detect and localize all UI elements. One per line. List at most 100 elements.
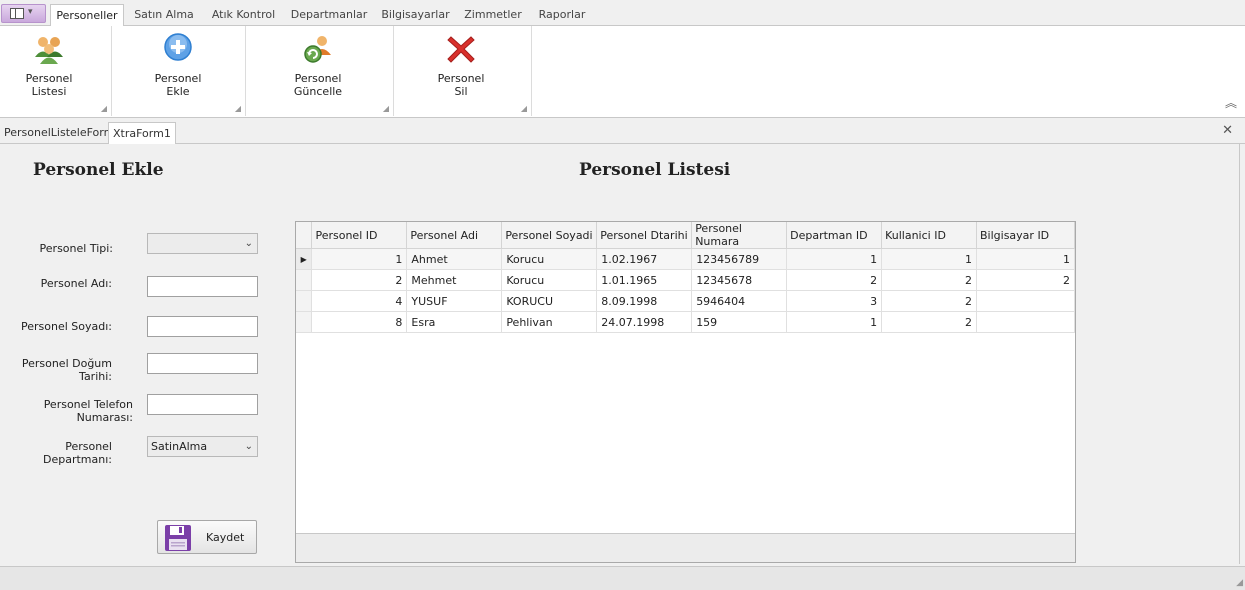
personel-soyadi-input[interactable]	[147, 316, 258, 337]
table-cell[interactable]: 5946404	[691, 290, 788, 312]
group-expand-icon[interactable]: ◢	[383, 104, 389, 113]
button-label-line2: Ekle	[166, 85, 190, 98]
personel-sil-button[interactable]: Personel Sil	[416, 30, 506, 100]
row-indicator	[296, 269, 313, 291]
table-row[interactable]: 2 Mehmet Korucu 1.01.1965 12345678 2 2 2	[296, 269, 1075, 291]
table-cell[interactable]: 1	[976, 248, 1075, 270]
ribbon-group-ekle: Personel Ekle ◢	[112, 26, 246, 116]
table-cell[interactable]	[976, 311, 1075, 333]
table-row[interactable]: ▶ 1 Ahmet Korucu 1.02.1967 123456789 1 1…	[296, 248, 1075, 270]
chevron-down-icon: ⌄	[244, 441, 253, 452]
grid-header-row: Personel ID Personel Adi Personel Soyadi…	[296, 222, 1075, 249]
table-cell[interactable]: 4	[311, 290, 408, 312]
row-indicator	[296, 311, 313, 333]
ribbon-panel: Personel Listesi ◢ Personel Ekle ◢ Persone…	[0, 26, 1245, 118]
table-cell[interactable]: Esra	[406, 311, 503, 333]
grid-footer-panel	[296, 533, 1075, 562]
column-header[interactable]: Personel Numara	[691, 222, 788, 249]
personel-telefon-input[interactable]	[147, 394, 258, 415]
ribbon-tab-personeller[interactable]: Personeller	[50, 4, 124, 27]
table-cell[interactable]: 8.09.1998	[596, 290, 693, 312]
button-label-line1: Personel	[437, 72, 485, 85]
table-cell[interactable]: Pehlivan	[501, 311, 598, 333]
group-expand-icon[interactable]: ◢	[101, 104, 107, 113]
table-cell[interactable]: 1.01.1965	[596, 269, 693, 291]
kaydet-label: Kaydet	[206, 531, 245, 544]
ribbon-tab-raporlar[interactable]: Raporlar	[532, 4, 592, 27]
personel-grid[interactable]: Personel ID Personel Adi Personel Soyadi…	[295, 221, 1076, 563]
personel-dogum-tarihi-label: Personel Doğum Tarihi:	[21, 357, 112, 383]
table-cell[interactable]: Mehmet	[406, 269, 503, 291]
column-header[interactable]: Personel Dtarihi	[596, 222, 693, 249]
button-label-line2: Sil	[454, 85, 468, 98]
group-expand-icon[interactable]: ◢	[521, 104, 527, 113]
table-cell[interactable]: 24.07.1998	[596, 311, 693, 333]
table-cell[interactable]: 2	[881, 269, 977, 291]
personel-adi-label: Personel Adı:	[40, 277, 112, 290]
delete-icon	[447, 36, 475, 63]
table-cell[interactable]	[976, 290, 1075, 312]
column-header[interactable]: Personel Soyadi	[501, 222, 598, 249]
personel-listesi-button[interactable]: Personel Listesi	[4, 30, 94, 100]
column-header[interactable]: Departman ID	[786, 222, 883, 249]
close-icon[interactable]: ✕	[1222, 123, 1233, 138]
table-cell[interactable]: Ahmet	[406, 248, 503, 270]
ribbon-tab-satin-alma[interactable]: Satın Alma	[130, 4, 198, 27]
personel-tipi-select[interactable]: ⌄	[147, 233, 258, 254]
table-cell[interactable]: KORUCU	[501, 290, 598, 312]
table-cell[interactable]: Korucu	[501, 269, 598, 291]
button-label-line2: Listesi	[31, 85, 67, 98]
table-cell[interactable]: 1	[786, 248, 883, 270]
column-header[interactable]: Personel Adi	[406, 222, 503, 249]
table-cell[interactable]: 8	[311, 311, 408, 333]
doc-tab-xtraform1[interactable]: XtraForm1	[108, 122, 176, 144]
table-cell[interactable]: 2	[881, 290, 977, 312]
table-cell[interactable]: 2	[311, 269, 408, 291]
column-header[interactable]: Personel ID	[311, 222, 408, 249]
resize-grip-icon[interactable]: ◢	[1236, 578, 1243, 588]
ribbon-tab-atik-kontrol[interactable]: Atık Kontrol	[206, 4, 281, 27]
table-cell[interactable]: Korucu	[501, 248, 598, 270]
personel-departman-select[interactable]: SatinAlma ⌄	[147, 436, 258, 457]
button-label-line2: Güncelle	[293, 85, 343, 98]
ribbon-group-listesi: Personel Listesi ◢	[0, 26, 112, 116]
user-refresh-icon	[304, 36, 331, 63]
row-indicator-icon: ▶	[296, 248, 313, 270]
chevron-down-icon: ▾	[28, 7, 33, 17]
grid-corner-cell	[296, 222, 313, 249]
ribbon-tab-departmanlar[interactable]: Departmanlar	[288, 4, 370, 27]
group-expand-icon[interactable]: ◢	[235, 104, 241, 113]
column-header[interactable]: Bilgisayar ID	[976, 222, 1075, 249]
collapse-ribbon-icon[interactable]: ︽	[1225, 94, 1237, 111]
table-cell[interactable]: 2	[976, 269, 1075, 291]
table-cell[interactable]: 1	[786, 311, 883, 333]
table-cell[interactable]: 123456789	[691, 248, 788, 270]
kaydet-button[interactable]: Kaydet	[157, 520, 257, 554]
personel-ekle-title: Personel Ekle	[33, 160, 164, 180]
personel-guncelle-button[interactable]: Personel Güncelle	[273, 30, 363, 100]
table-cell[interactable]: 1	[881, 248, 977, 270]
status-bar: ◢	[0, 566, 1245, 590]
table-row[interactable]: 4 YUSUF KORUCU 8.09.1998 5946404 3 2	[296, 290, 1075, 312]
personel-dogum-tarihi-input[interactable]	[147, 353, 258, 374]
personel-adi-input[interactable]	[147, 276, 258, 297]
add-icon	[164, 33, 192, 61]
table-cell[interactable]: 1	[311, 248, 408, 270]
table-cell[interactable]: 12345678	[691, 269, 788, 291]
column-header[interactable]: Kullanici ID	[881, 222, 977, 249]
table-cell[interactable]: YUSUF	[406, 290, 503, 312]
personel-ekle-button[interactable]: Personel Ekle	[133, 30, 223, 100]
doc-tab-personel-liste[interactable]: PersonelListeleForm	[0, 122, 114, 144]
table-cell[interactable]: 1.02.1967	[596, 248, 693, 270]
ribbon-tab-zimmetler[interactable]: Zimmetler	[462, 4, 524, 27]
table-row[interactable]: 8 Esra Pehlivan 24.07.1998 159 1 2	[296, 311, 1075, 333]
ribbon-group-guncelle: Personel Güncelle ◢	[246, 26, 394, 116]
table-cell[interactable]: 159	[691, 311, 788, 333]
ribbon-tab-bilgisayarlar[interactable]: Bilgisayarlar	[378, 4, 453, 27]
table-cell[interactable]: 3	[786, 290, 883, 312]
table-cell[interactable]: 2	[786, 269, 883, 291]
table-cell[interactable]: 2	[881, 311, 977, 333]
document-tab-strip: PersonelListeleForm XtraForm1 ✕	[0, 118, 1245, 144]
personel-soyadi-label: Personel Soyadı:	[21, 320, 112, 333]
application-menu-button[interactable]: ▾	[1, 4, 46, 23]
